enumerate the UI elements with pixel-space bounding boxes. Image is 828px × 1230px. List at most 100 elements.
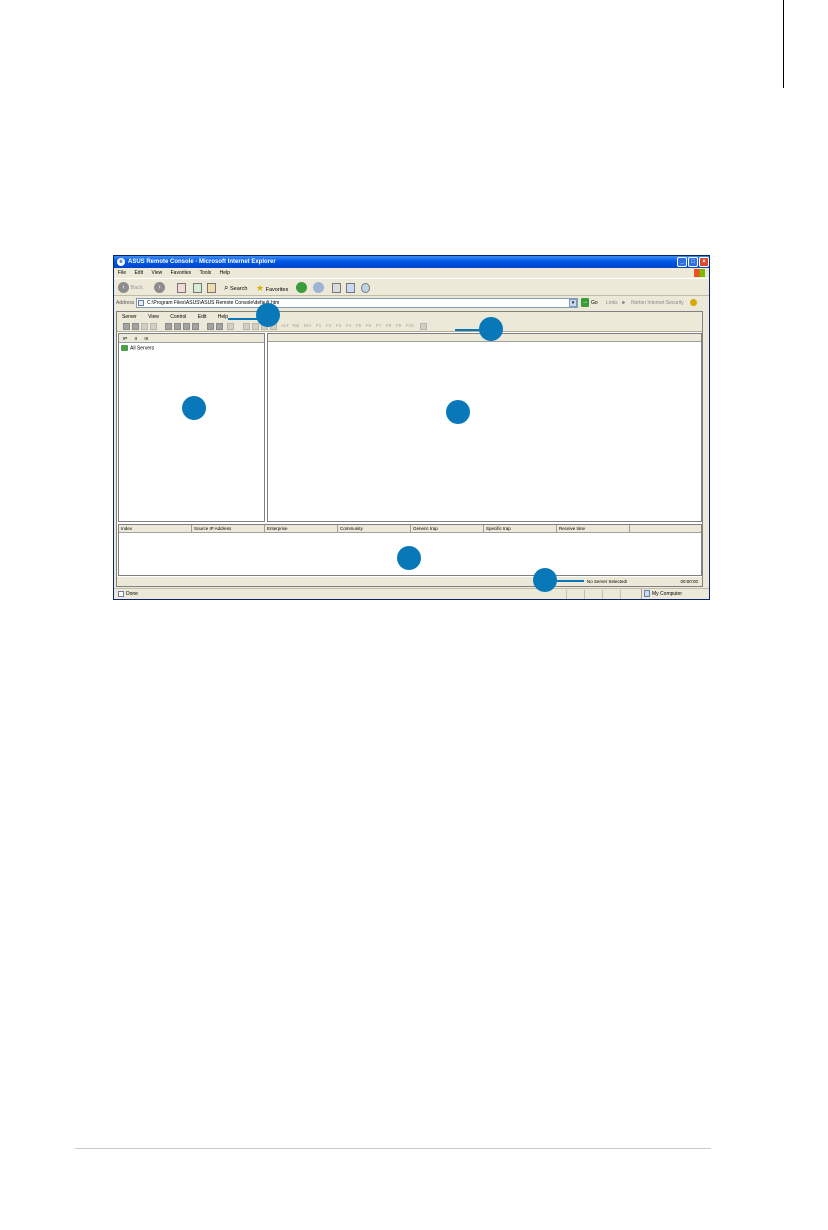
key-f5-button[interactable]: F5 [356,323,361,328]
search-button[interactable]: ⌕ Search [224,282,247,294]
col-receive-time[interactable]: Receive time [557,525,630,533]
window-title: ASUS Remote Console - Microsoft Internet… [128,259,276,265]
menu-help[interactable]: Help [220,268,230,278]
callout-server-tree [182,396,206,420]
refresh-server-icon[interactable] [227,323,234,330]
col-community[interactable]: Community [338,525,411,533]
menu-edit[interactable]: Edit [134,268,143,278]
home-button[interactable] [207,282,216,294]
properties-icon[interactable] [216,323,223,330]
power-on-icon[interactable] [165,323,172,330]
back-button[interactable]: ‹ Back [118,282,143,294]
delete-server-icon[interactable] [150,323,157,330]
server-view-tabs: IP II III [119,334,264,343]
callout-leader [455,329,480,331]
norton-icon[interactable] [690,299,697,306]
status-divider [620,590,621,599]
key-f3-button[interactable]: F3 [336,323,341,328]
kvm-stop-icon[interactable] [252,323,259,330]
tree-item-all-servers[interactable]: All Servers [121,345,154,352]
app-status-bar: No Server Selected! 00:00:00 [117,577,702,586]
go-arrow-icon[interactable]: → [581,298,589,307]
forward-arrow-icon: › [154,282,165,294]
mail-button[interactable] [313,282,324,294]
key-f10-button[interactable]: F10 [406,323,414,328]
mail-icon [313,282,324,294]
tree-item-label: All Servers [130,345,155,352]
menu-view[interactable]: View [151,268,162,278]
ie-logo-icon: e [117,258,125,266]
key-f9-button[interactable]: F9 [396,323,401,328]
maximize-button[interactable]: □ [688,257,698,267]
col-enterprise[interactable]: Enterprise [265,525,338,533]
history-button[interactable] [296,282,307,294]
ie-status-bar: Done My Computer [114,588,709,599]
app-menu-bar: Server View Control Edit Help [117,312,702,322]
key-del-button[interactable]: Del [304,323,311,328]
stop-button[interactable] [177,282,186,294]
key-f4-button[interactable]: F4 [346,323,351,328]
power-cycle-icon[interactable] [192,323,199,330]
tab-view-2[interactable]: II [135,334,138,343]
app-toolbar: ALT Tab Del F1 F2 F3 F4 F5 F6 F7 F8 F9 F… [117,322,702,332]
tab-view-3[interactable]: III [144,334,148,343]
links-chevron-icon[interactable]: » [622,297,625,309]
key-f7-button[interactable]: F7 [376,323,381,328]
menu-file[interactable]: File [118,268,126,278]
col-index[interactable]: Index [119,525,192,533]
trap-table-header: Index Source IP Address Enterprise Commu… [119,525,701,533]
address-input[interactable]: C:\Program Files\ASUS\ASUS Remote Consol… [136,298,578,308]
callout-leader [556,580,584,582]
col-generic-trap[interactable]: Generic trap [411,525,484,533]
key-tab-button[interactable]: Tab [292,323,299,328]
print-button[interactable] [332,282,341,294]
callout-trap-table [397,546,421,570]
edit-server-icon[interactable] [141,323,148,330]
connect-icon[interactable] [123,323,130,330]
app-menu-edit[interactable]: Edit [198,312,207,322]
app-menu-server[interactable]: Server [122,312,137,322]
menu-favorites[interactable]: Favorites [171,268,192,278]
history-icon [296,282,307,294]
norton-security-label[interactable]: Norton Internet Security [631,297,684,309]
tab-ip[interactable]: IP [123,334,127,343]
callout-display-pane [446,400,470,424]
keyboard-icon[interactable] [420,323,427,330]
col-source-ip[interactable]: Source IP Address [192,525,265,533]
address-bar: Address C:\Program Files\ASUS\ASUS Remot… [114,297,709,309]
console-display-pane [267,333,702,522]
refresh-icon [193,282,202,293]
links-label[interactable]: Links [606,297,618,309]
title-bar: e ASUS Remote Console - Microsoft Intern… [114,256,709,268]
status-divider [584,590,585,599]
app-menu-view[interactable]: View [148,312,159,322]
key-f6-button[interactable]: F6 [366,323,371,328]
messenger-button[interactable] [361,282,370,294]
ie-status-done: Done [118,589,138,599]
edit-button[interactable] [346,282,355,294]
address-dropdown-button[interactable]: ▾ [569,299,577,307]
favorites-button[interactable]: ★ Favorites [256,282,288,294]
col-specific-trap[interactable]: Specific trap [484,525,557,533]
callout-leader [228,318,258,320]
go-button[interactable]: Go [591,297,598,309]
key-alt-button[interactable]: ALT [281,323,289,328]
forward-button[interactable]: › [154,282,165,294]
close-button[interactable]: × [699,257,709,267]
app-menu-control[interactable]: Control [170,312,186,322]
home-icon [207,282,216,293]
minimize-button[interactable]: _ [677,257,687,267]
key-f2-button[interactable]: F2 [326,323,331,328]
remote-control-icon[interactable] [207,323,214,330]
reset-icon[interactable] [183,323,190,330]
key-f1-button[interactable]: F1 [316,323,321,328]
status-divider [602,590,603,599]
key-f8-button[interactable]: F8 [386,323,391,328]
disconnect-icon[interactable] [132,323,139,330]
menu-tools[interactable]: Tools [200,268,212,278]
app-menu-help[interactable]: Help [218,312,228,322]
kvm-start-icon[interactable] [243,323,250,330]
status-time: 00:00:00 [680,579,698,584]
power-off-icon[interactable] [174,323,181,330]
refresh-button[interactable] [193,282,202,294]
